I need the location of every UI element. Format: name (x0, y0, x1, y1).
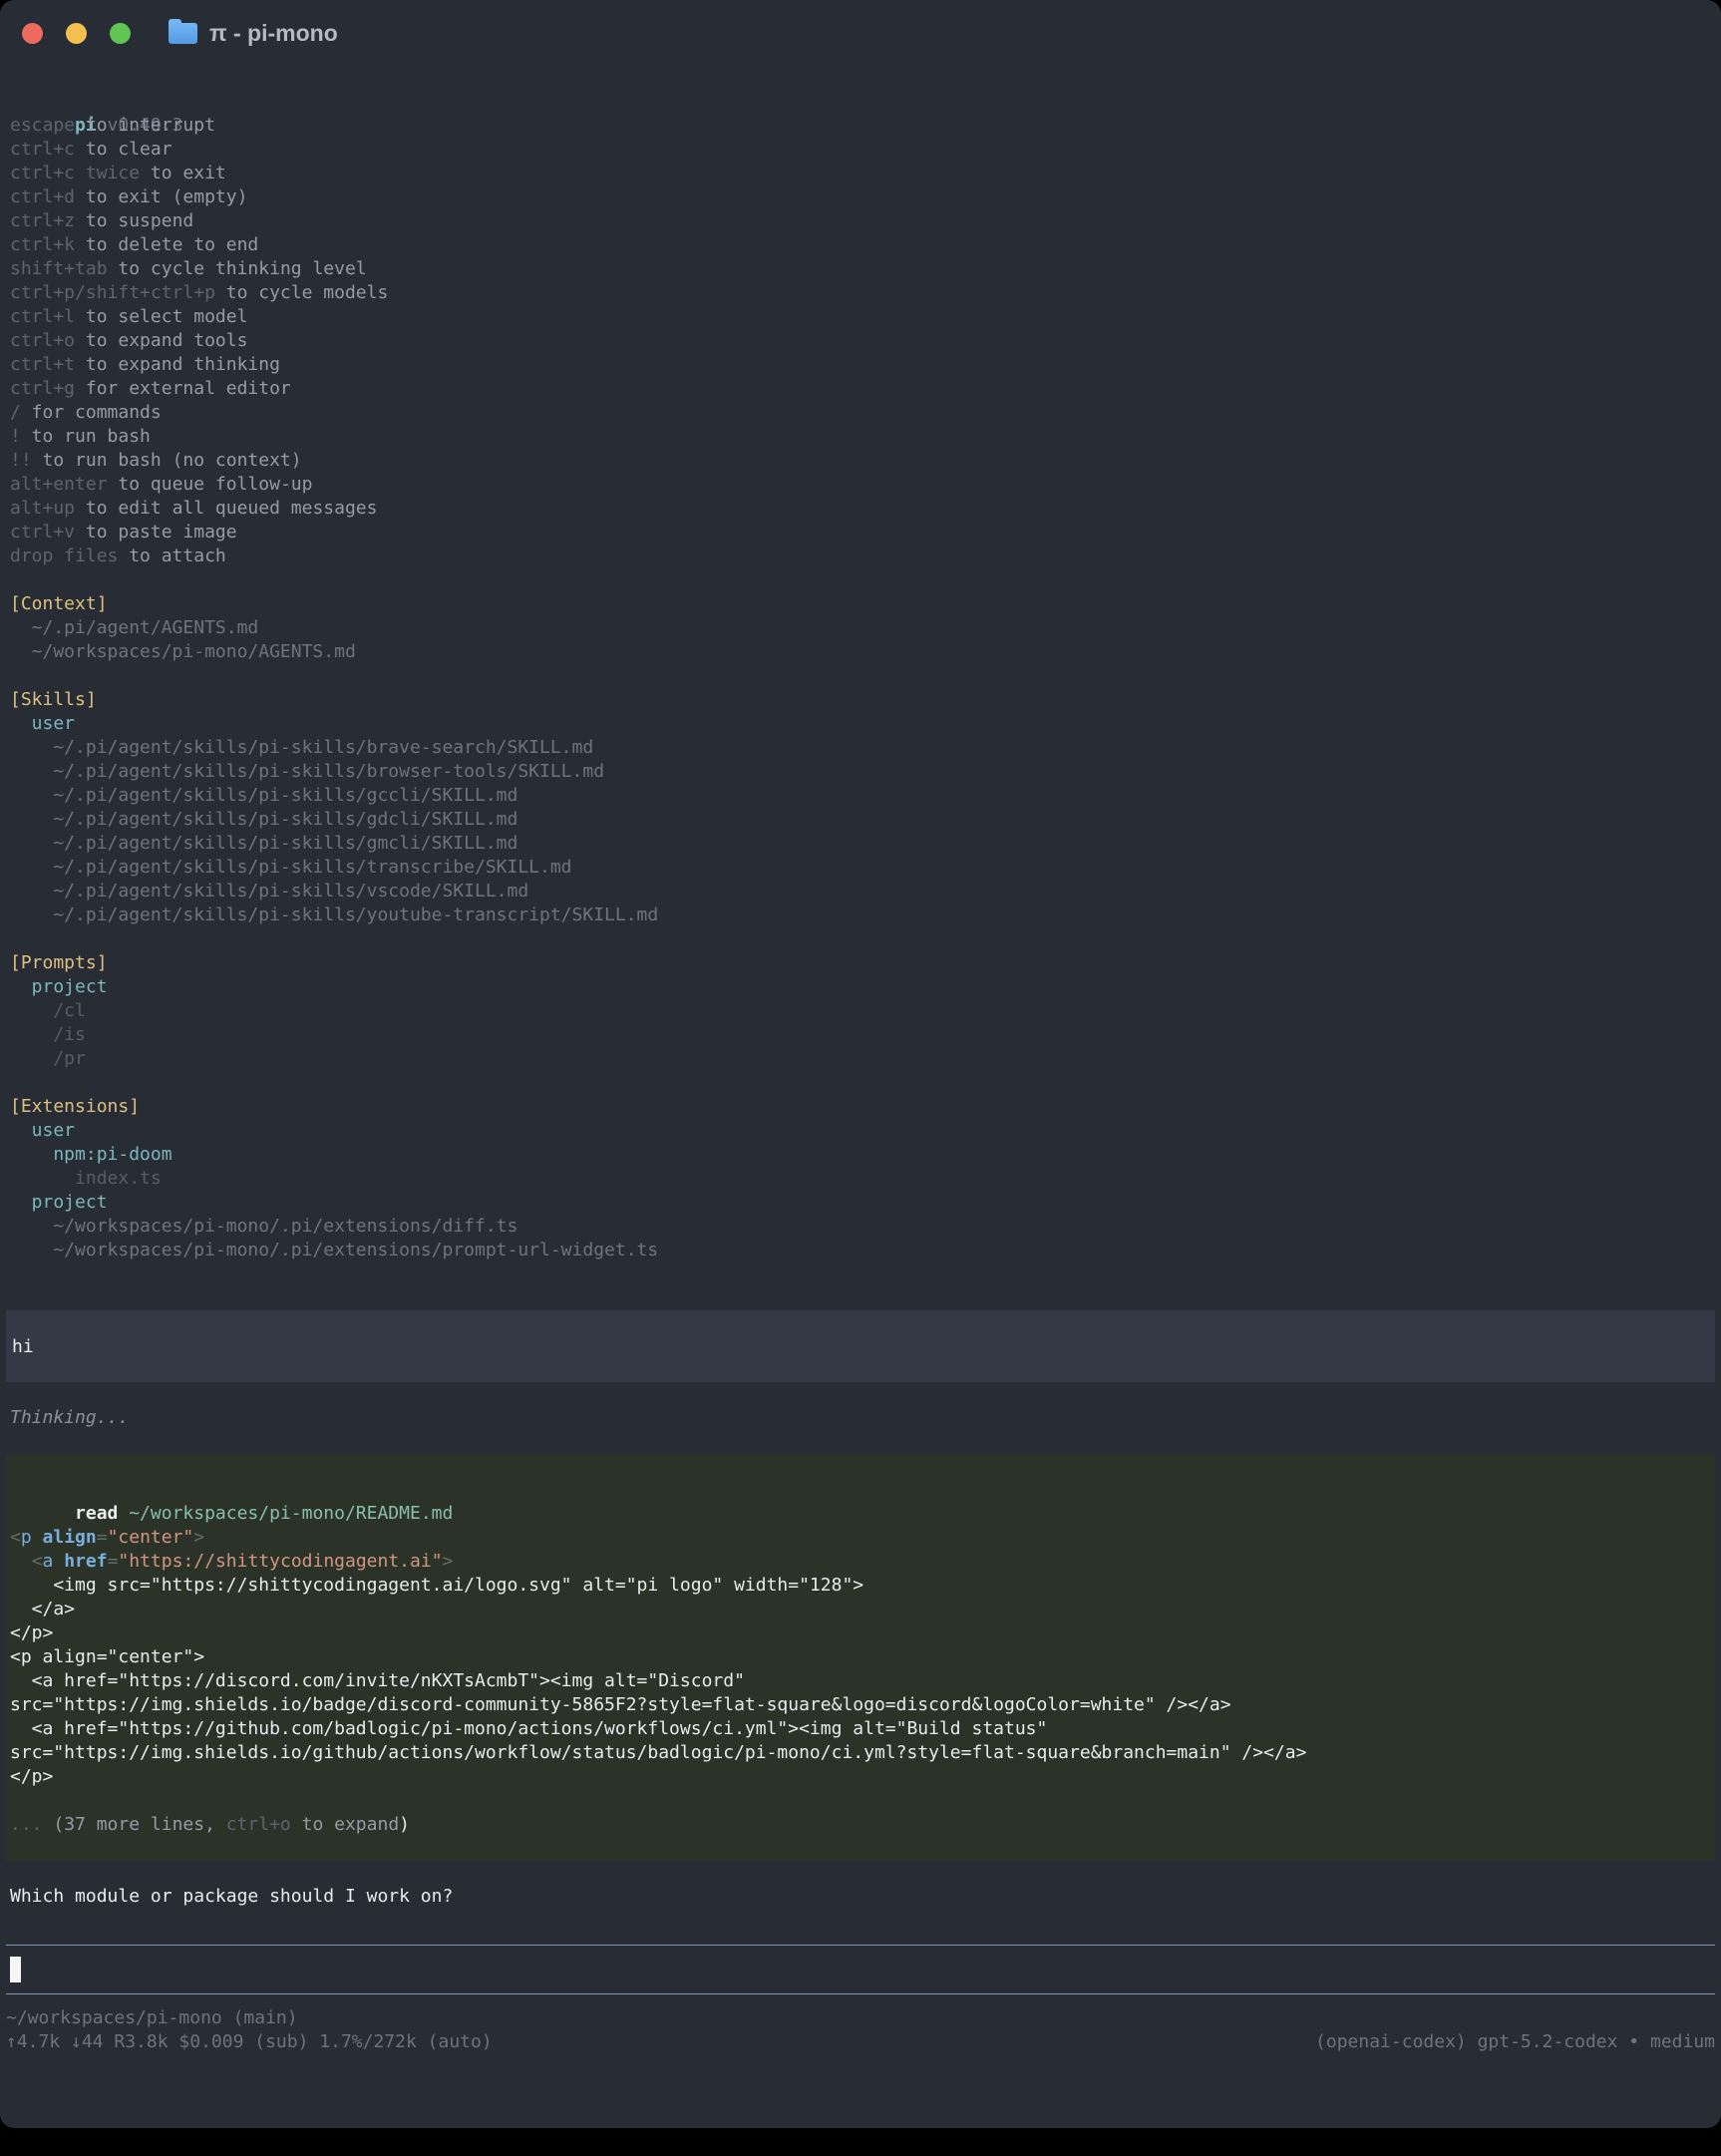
extension-package: npm:pi-doom (10, 1143, 1721, 1167)
file-path: ~/.pi/agent/skills/pi-skills/gccli/SKILL… (10, 784, 1721, 808)
prompts-header: [Prompts] (10, 951, 1721, 975)
shortcut-list: escape to interruptctrl+c to clearctrl+c… (10, 114, 1721, 568)
code-line: <p align="center"> (10, 1526, 1711, 1550)
prompts-section: [Prompts] project /cl/is/pr (10, 951, 1721, 1071)
file-path: ~/.pi/agent/skills/pi-skills/transcribe/… (10, 856, 1721, 880)
tool-call-header: read~/workspaces/pi-mono/README.md (10, 1478, 1711, 1502)
code-line: </p> (10, 1765, 1711, 1789)
file-path: ~/.pi/agent/skills/pi-skills/gmcli/SKILL… (10, 832, 1721, 856)
shortcut-line: ctrl+l to select model (10, 305, 1721, 329)
prompt-input[interactable] (6, 1945, 1715, 1994)
minimize-button[interactable] (66, 23, 87, 44)
close-button[interactable] (22, 23, 43, 44)
code-line: <p align="center"> (10, 1645, 1711, 1669)
usage-status-line: ↑4.7k ↓44 R3.8k $0.009 (sub) 1.7%/272k (… (6, 2030, 1715, 2054)
skills-header: [Skills] (10, 688, 1721, 712)
shortcut-line: ctrl+g for external editor (10, 377, 1721, 401)
extensions-header: [Extensions] (10, 1095, 1721, 1119)
usage-stats: ↑4.7k ↓44 R3.8k $0.009 (sub) 1.7%/272k (… (6, 2030, 493, 2054)
cwd-status: ~/workspaces/pi-mono (main) (6, 2006, 298, 2030)
window-title: π - pi-mono (209, 20, 338, 47)
file-path: ~/workspaces/pi-mono/.pi/extensions/prom… (10, 1239, 1721, 1262)
code-block: <p align="center"> <a href="https://shit… (10, 1526, 1711, 1789)
cwd-status-line: ~/workspaces/pi-mono (main) (6, 2006, 1715, 2030)
tool-call-box: read~/workspaces/pi-mono/README.md <p al… (6, 1454, 1715, 1861)
code-line: <a href="https://github.com/badlogic/pi-… (10, 1717, 1711, 1741)
file-path: ~/.pi/agent/skills/pi-skills/gdcli/SKILL… (10, 808, 1721, 832)
shortcut-line: / for commands (10, 401, 1721, 425)
file-path: ~/.pi/agent/skills/pi-skills/vscode/SKIL… (10, 880, 1721, 903)
extension-files: ~/workspaces/pi-mono/.pi/extensions/diff… (10, 1215, 1721, 1262)
shortcut-line: escape to interrupt (10, 114, 1721, 138)
shortcut-line: !! to run bash (no context) (10, 449, 1721, 473)
context-header: [Context] (10, 592, 1721, 616)
file-path: ~/workspaces/pi-mono/.pi/extensions/diff… (10, 1215, 1721, 1239)
user-message-text: hi (12, 1336, 34, 1357)
file-path: ~/workspaces/pi-mono/AGENTS.md (10, 640, 1721, 664)
shortcut-line: shift+tab to cycle thinking level (10, 257, 1721, 281)
code-line: src="https://img.shields.io/badge/discor… (10, 1693, 1711, 1717)
session-log: piv0.49.3 escape to interruptctrl+c to c… (0, 66, 1721, 1262)
skills-section: [Skills] user ~/.pi/agent/skills/pi-skil… (10, 688, 1721, 927)
folder-icon (169, 23, 197, 44)
skills-files: ~/.pi/agent/skills/pi-skills/brave-searc… (10, 736, 1721, 927)
shortcut-line: drop files to attach (10, 544, 1721, 568)
file-path: ~/.pi/agent/skills/pi-skills/browser-too… (10, 760, 1721, 784)
terminal-window: π - pi-mono piv0.49.3 escape to interrup… (0, 0, 1721, 2128)
code-line: <a href="https://shittycodingagent.ai"> (10, 1550, 1711, 1574)
shortcut-line: ctrl+o to expand tools (10, 329, 1721, 353)
skills-scope-label: user (10, 712, 1721, 736)
user-message: hi (6, 1310, 1715, 1382)
code-line: </a> (10, 1598, 1711, 1621)
tool-argument: ~/workspaces/pi-mono/README.md (118, 1503, 453, 1524)
shortcut-line: ctrl+c twice to exit (10, 162, 1721, 185)
code-line: src="https://img.shields.io/github/actio… (10, 1741, 1711, 1765)
code-line: <img src="https://shittycodingagent.ai/l… (10, 1574, 1711, 1598)
title-group: π - pi-mono (169, 20, 338, 47)
status-bar: ~/workspaces/pi-mono (main) ↑4.7k ↓44 R3… (6, 2006, 1715, 2054)
file-path: ~/.pi/agent/AGENTS.md (10, 616, 1721, 640)
code-line: <a href="https://discord.com/invite/nKXT… (10, 1669, 1711, 1693)
traffic-lights (22, 23, 131, 44)
shortcut-line: alt+enter to queue follow-up (10, 473, 1721, 497)
file-path: ~/.pi/agent/skills/pi-skills/youtube-tra… (10, 903, 1721, 927)
prompt-commands: /cl/is/pr (10, 999, 1721, 1071)
prompts-scope-label: project (10, 975, 1721, 999)
extensions-section: [Extensions] user npm:pi-doom index.ts p… (10, 1095, 1721, 1262)
shortcut-line: ctrl+t to expand thinking (10, 353, 1721, 377)
shortcut-line: ctrl+z to suspend (10, 209, 1721, 233)
shortcut-line: ctrl+k to delete to end (10, 233, 1721, 257)
file-path: ~/.pi/agent/skills/pi-skills/brave-searc… (10, 736, 1721, 760)
assistant-message: Which module or package should I work on… (10, 1885, 1721, 1909)
truncation-line: ... (37 more lines, ctrl+o to expand) (10, 1813, 1711, 1837)
extension-package-file: index.ts (10, 1167, 1721, 1191)
prompt-command: /pr (10, 1047, 1721, 1071)
thinking-indicator: Thinking... (10, 1406, 1721, 1430)
context-files: ~/.pi/agent/AGENTS.md~/workspaces/pi-mon… (10, 616, 1721, 664)
context-section: [Context] ~/.pi/agent/AGENTS.md~/workspa… (10, 592, 1721, 664)
shortcut-line: ctrl+p/shift+ctrl+p to cycle models (10, 281, 1721, 305)
version-line: piv0.49.3 (10, 90, 1721, 114)
shortcut-line: ctrl+c to clear (10, 138, 1721, 162)
code-line: </p> (10, 1621, 1711, 1645)
extensions-user-scope-label: user (10, 1119, 1721, 1143)
prompt-command: /cl (10, 999, 1721, 1023)
extensions-project-scope-label: project (10, 1191, 1721, 1215)
model-info: (openai-codex) gpt-5.2-codex • medium (1315, 2030, 1715, 2054)
shortcut-line: alt+up to edit all queued messages (10, 497, 1721, 521)
input-cursor (10, 1957, 21, 1982)
shortcut-line: ctrl+d to exit (empty) (10, 185, 1721, 209)
titlebar: π - pi-mono (0, 0, 1721, 66)
shortcut-line: ! to run bash (10, 425, 1721, 449)
zoom-button[interactable] (110, 23, 131, 44)
tool-name: read (75, 1503, 118, 1524)
prompt-command: /is (10, 1023, 1721, 1047)
shortcut-line: ctrl+v to paste image (10, 521, 1721, 544)
